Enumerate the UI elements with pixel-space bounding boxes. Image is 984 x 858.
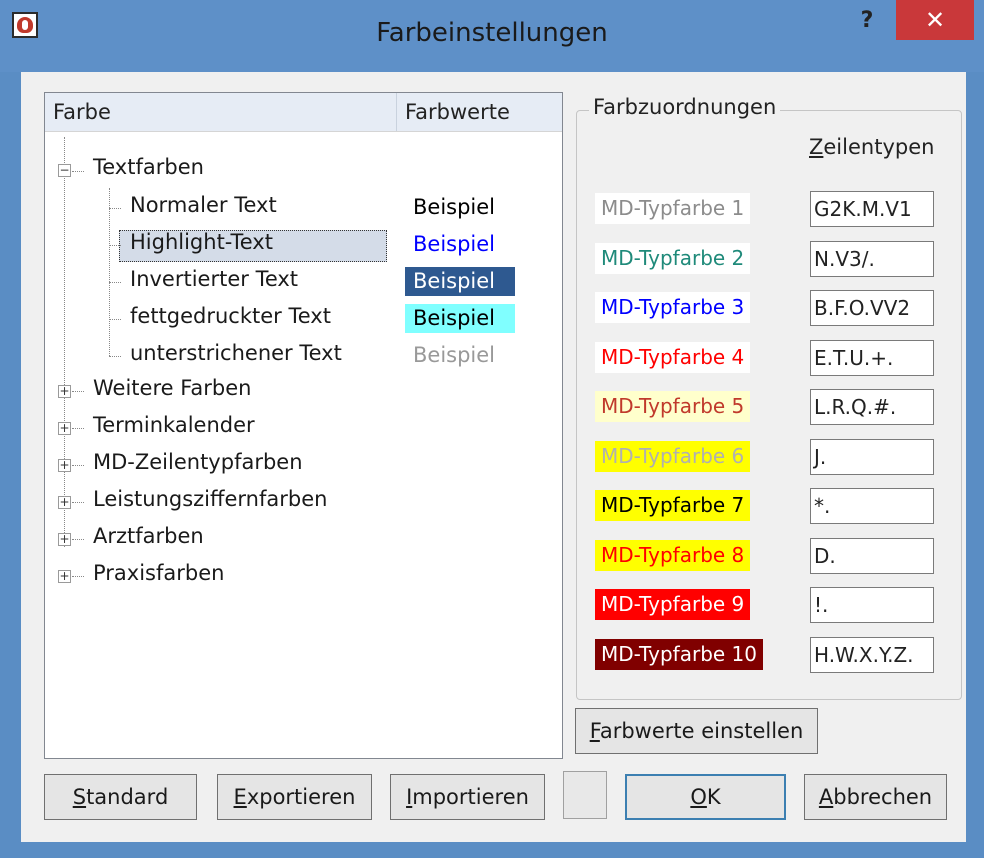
farbzuordnungen-group: Farbzuordnungen Zeilentypen MD-Typfarbe … [576,95,962,700]
window-title: Farbeinstellungen [376,18,608,48]
tree-node-invertierter-text[interactable]: Invertierter Text [130,267,298,291]
md-typfarbe-label: MD-Typfarbe 5 [595,391,751,422]
sample-highlight-text: Beispiel [405,230,515,259]
standard-button[interactable]: Standard [44,774,197,820]
zeilentypen-input[interactable]: !. [810,587,934,623]
tree-line [72,539,84,540]
tree-line [72,502,84,503]
importieren-button[interactable]: Importieren [390,774,545,820]
abbrechen-button[interactable]: Abbrechen [804,774,947,820]
group-title: Farbzuordnungen [589,95,781,119]
tree-node-textfarben[interactable]: Textfarben [93,155,204,179]
color-tree[interactable]: Farbe Farbwerte − Textfarben Normaler Te… [44,92,563,759]
expand-icon[interactable]: + [58,422,71,435]
tree-node-fettgedruckter-text[interactable]: fettgedruckter Text [130,304,331,328]
expand-icon[interactable]: + [58,385,71,398]
help-button[interactable]: ? [847,8,887,38]
color-preview-swatch [563,771,607,819]
md-typfarbe-label: MD-Typfarbe 4 [595,341,751,373]
sample-invertierter-text: Beispiel [405,267,515,296]
md-typfarbe-label: MD-Typfarbe 8 [595,539,751,571]
tree-line [72,391,84,392]
column-header-farbwerte[interactable]: Farbwerte [397,93,562,131]
md-typfarbe-label: MD-Typfarbe 10 [595,638,763,670]
tree-line [72,576,84,577]
tree-line [72,465,84,466]
md-typfarbe-label: MD-Typfarbe 7 [595,490,751,521]
zeilentypen-header: Zeilentypen [809,135,935,159]
md-typfarbe-label: MD-Typfarbe 6 [595,440,751,472]
tree-node-unterstrichener-text[interactable]: unterstrichener Text [130,341,342,365]
tree-line [109,188,110,356]
title-bar[interactable]: Farbeinstellungen ? ✕ [0,0,984,72]
close-button[interactable]: ✕ [896,0,974,40]
zeilentypen-input[interactable]: B.F.O.VV2 [810,290,934,326]
sample-normaler-text: Beispiel [405,193,515,222]
tree-line [109,319,121,320]
tree-node-terminkalender[interactable]: Terminkalender [93,413,255,437]
dialog-window: Farbeinstellungen ? ✕ Farbe Farbwerte − … [0,0,984,858]
tree-node-leistungsziffernfarben[interactable]: Leistungsziffernfarben [93,487,327,511]
zeilentypen-input[interactable]: H.W.X.Y.Z. [810,636,934,673]
tree-line [109,356,121,357]
farbwerte-einstellen-button[interactable]: Farbwerte einstellen [575,708,818,754]
exportieren-button[interactable]: Exportieren [217,774,372,820]
zeilentypen-input[interactable]: L.R.Q.#. [810,389,934,425]
zeilentypen-input[interactable]: E.T.U.+. [810,339,934,376]
tree-node-md-zeilentypfarben[interactable]: MD-Zeilentypfarben [93,450,303,474]
sample-unterstrichener-text: Beispiel [405,341,515,370]
dialog-client: Farbe Farbwerte − Textfarben Normaler Te… [21,72,966,842]
zeilentypen-input[interactable]: G2K.M.V1 [810,191,934,227]
zeilentypen-input[interactable]: N.V3/. [810,240,934,277]
tree-node-highlight-text[interactable]: Highlight-Text [130,230,273,254]
expand-icon[interactable]: + [58,496,71,509]
collapse-icon[interactable]: − [58,164,71,177]
zeilentypen-input[interactable]: D. [810,537,934,574]
sample-fettgedruckter-text: Beispiel [405,304,515,333]
expand-icon[interactable]: + [58,459,71,472]
tree-node-normaler-text[interactable]: Normaler Text [130,193,277,217]
column-header-farbe[interactable]: Farbe [45,93,397,131]
tree-node-weitere-farben[interactable]: Weitere Farben [93,376,251,400]
tree-line [72,171,84,172]
tree-line [109,208,121,209]
expand-icon[interactable]: + [58,533,71,546]
tree-line [64,137,65,547]
tree-line [109,282,121,283]
md-typfarbe-label: MD-Typfarbe 3 [595,292,751,323]
expand-icon[interactable]: + [58,570,71,583]
tree-header: Farbe Farbwerte [45,93,562,132]
tree-node-praxisfarben[interactable]: Praxisfarben [93,561,224,585]
tree-line [109,245,121,246]
md-typfarbe-label: MD-Typfarbe 9 [595,589,751,620]
zeilentypen-input[interactable]: *. [810,488,934,524]
md-typfarbe-label: MD-Typfarbe 1 [595,193,751,224]
md-typfarbe-label: MD-Typfarbe 2 [595,242,751,274]
zeilentypen-input[interactable]: J. [810,438,934,475]
tree-line [72,428,84,429]
tree-node-arztfarben[interactable]: Arztfarben [93,524,204,548]
ok-button[interactable]: OK [625,774,786,820]
